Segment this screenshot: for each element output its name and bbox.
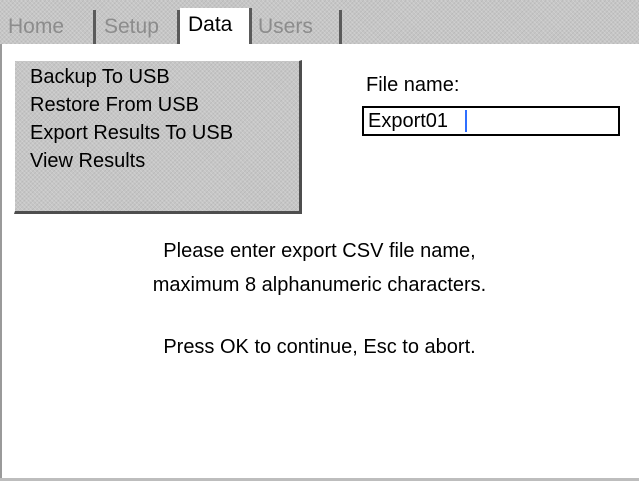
- export-screen: Home Setup Data Users Backup To USB Rest…: [0, 0, 639, 481]
- menu-item-backup-to-usb[interactable]: Backup To USB: [30, 64, 170, 90]
- file-name-input[interactable]: [362, 106, 620, 136]
- tab-bar: Home Setup Data Users: [0, 0, 639, 44]
- menu-item-restore-from-usb[interactable]: Restore From USB: [30, 92, 199, 118]
- data-menu: Backup To USB Restore From USB Export Re…: [14, 60, 302, 214]
- menu-item-view-results[interactable]: View Results: [30, 148, 145, 174]
- tab-setup[interactable]: Setup: [98, 10, 180, 44]
- tab-home[interactable]: Home: [2, 10, 96, 44]
- file-name-label: File name:: [366, 74, 460, 96]
- tab-home-label: Home: [8, 15, 65, 38]
- instruction-line-1: Please enter export CSV file name,: [163, 240, 476, 262]
- tab-setup-label: Setup: [104, 15, 159, 38]
- instruction-line-2: maximum 8 alphanumeric characters.: [152, 274, 487, 296]
- tab-data[interactable]: Data: [180, 8, 252, 44]
- tab-users-label: Users: [258, 15, 313, 38]
- instruction-line-3: Press OK to continue, Esc to abort.: [163, 336, 476, 358]
- tab-data-label: Data: [188, 13, 233, 36]
- text-caret: [465, 110, 467, 132]
- menu-item-export-results-to-usb[interactable]: Export Results To USB: [30, 120, 233, 146]
- tab-users[interactable]: Users: [252, 10, 342, 44]
